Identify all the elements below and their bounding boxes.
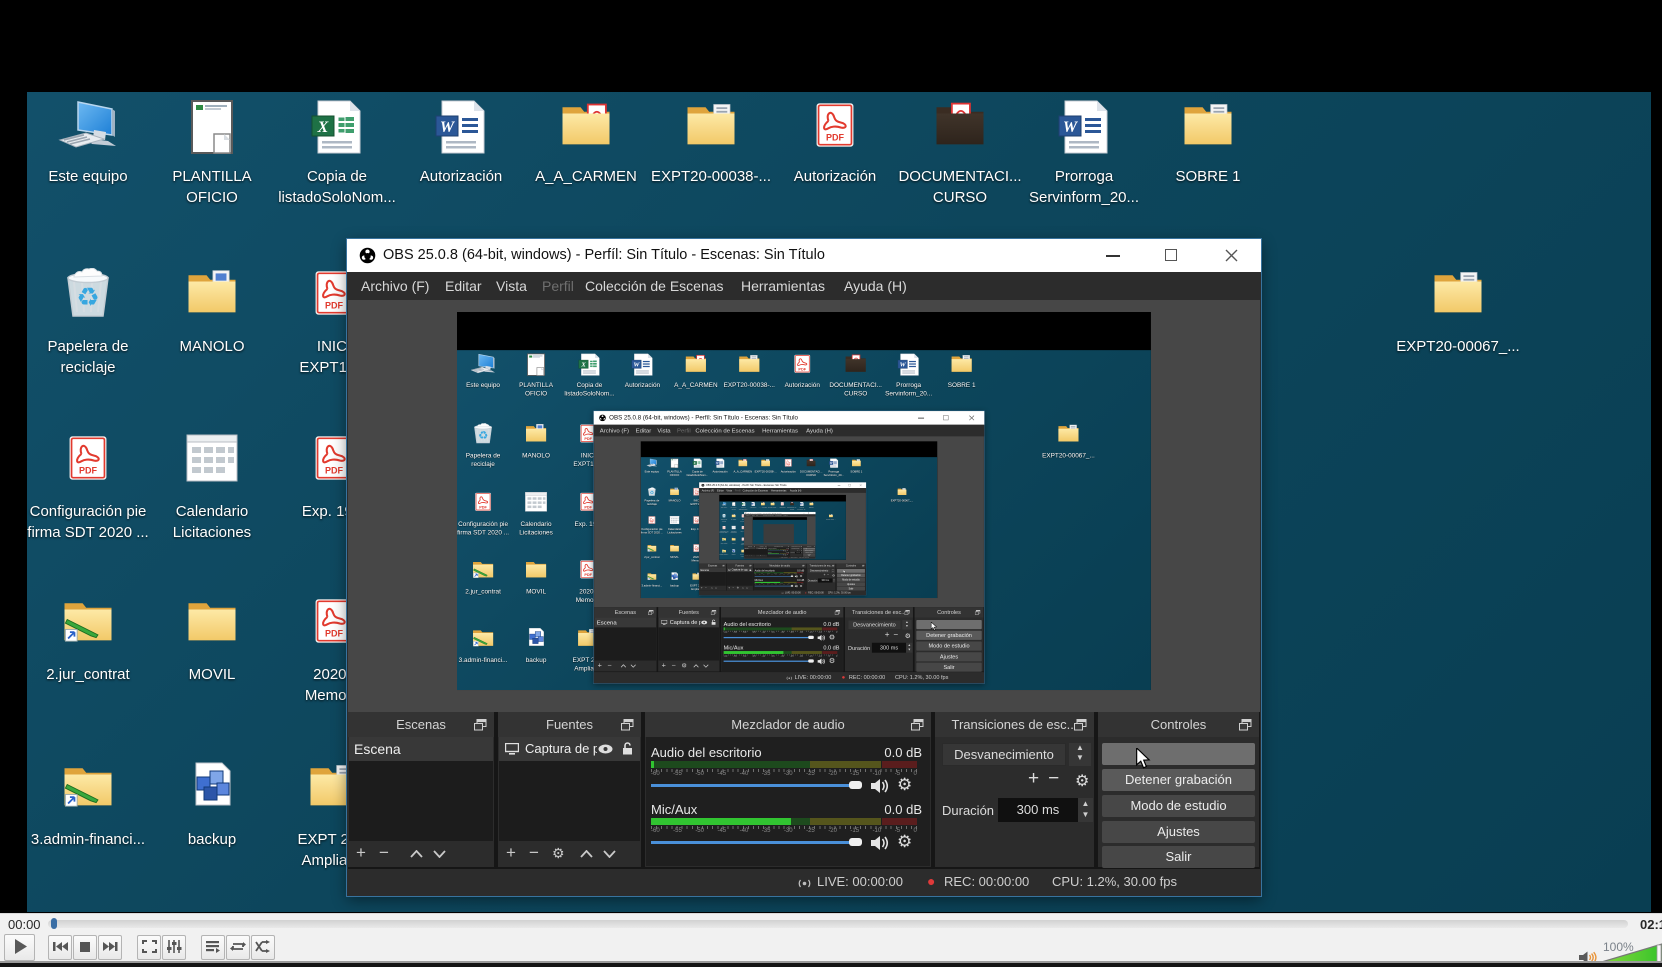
svg-text:X: X [580, 362, 586, 369]
svg-text:W: W [1063, 119, 1079, 136]
svg-text:X: X [317, 119, 329, 136]
svg-text:PDF: PDF [584, 437, 592, 441]
svg-text:PDF: PDF [325, 301, 344, 311]
svg-text:♻: ♻ [478, 430, 488, 442]
svg-text:W: W [633, 362, 640, 369]
svg-text:PDF: PDF [798, 367, 806, 371]
svg-text:PDF: PDF [479, 505, 487, 509]
svg-text:PDF: PDF [826, 133, 845, 143]
svg-text:PDF: PDF [325, 466, 344, 476]
svg-text:PDF: PDF [584, 573, 592, 577]
svg-text:X: X [693, 461, 696, 465]
svg-text:W: W [900, 362, 907, 369]
svg-text:♻: ♻ [723, 515, 725, 518]
svg-text:♻: ♻ [76, 282, 99, 312]
svg-text:PDF: PDF [584, 505, 592, 509]
svg-text:W: W [440, 119, 456, 136]
svg-text:PDF: PDF [79, 466, 98, 476]
svg-text:PDF: PDF [325, 629, 344, 639]
